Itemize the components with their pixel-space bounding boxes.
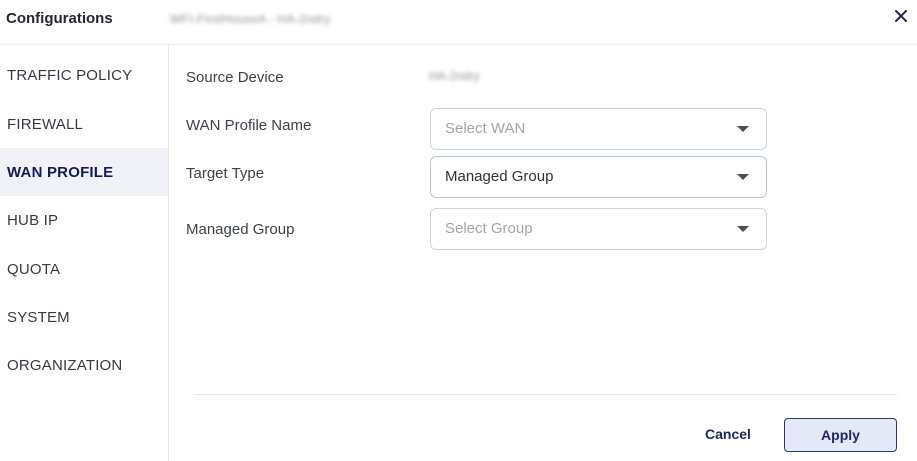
wan-profile-select[interactable]: Select WAN — [430, 108, 767, 150]
sidebar-item-organization[interactable]: ORGANIZATION — [0, 341, 168, 389]
sidebar-item-quota[interactable]: QUOTA — [0, 245, 168, 293]
wan-profile-name-label: WAN Profile Name — [186, 117, 312, 134]
sidebar-item-wan-profile[interactable]: WAN PROFILE — [0, 148, 168, 196]
chevron-down-icon — [737, 226, 749, 232]
dialog-header: Configurations WFI-FirstHouseA - HA-2ndr… — [0, 0, 917, 45]
target-type-select[interactable]: Managed Group — [430, 156, 767, 198]
source-device-label: Source Device — [186, 69, 284, 86]
main-panel: Source Device HA-2ndry WAN Profile Name … — [169, 45, 917, 461]
managed-group-select[interactable]: Select Group — [430, 208, 767, 250]
chevron-down-icon — [737, 174, 749, 180]
close-icon — [895, 10, 907, 22]
chevron-down-icon — [737, 126, 749, 132]
managed-group-label: Managed Group — [186, 221, 295, 238]
cancel-button[interactable]: Cancel — [697, 420, 759, 448]
apply-button[interactable]: Apply — [784, 418, 897, 452]
sidebar: TRAFFIC POLICY FIREWALL WAN PROFILE HUB … — [0, 45, 169, 461]
dialog-subtitle: WFI-FirstHouseA - HA-2ndry — [170, 12, 331, 26]
managed-group-placeholder: Select Group — [445, 220, 533, 237]
target-type-value: Managed Group — [445, 168, 554, 185]
sidebar-item-system[interactable]: SYSTEM — [0, 293, 168, 341]
dialog-title: Configurations — [6, 10, 113, 27]
sidebar-item-hub-ip[interactable]: HUB IP — [0, 196, 168, 244]
source-device-value: HA-2ndry — [429, 69, 480, 83]
close-button[interactable] — [891, 6, 911, 26]
wan-profile-placeholder: Select WAN — [445, 120, 526, 137]
footer-divider — [194, 394, 897, 395]
target-type-label: Target Type — [186, 165, 265, 182]
sidebar-item-traffic-policy[interactable]: TRAFFIC POLICY — [0, 51, 168, 99]
sidebar-item-firewall[interactable]: FIREWALL — [0, 100, 168, 148]
